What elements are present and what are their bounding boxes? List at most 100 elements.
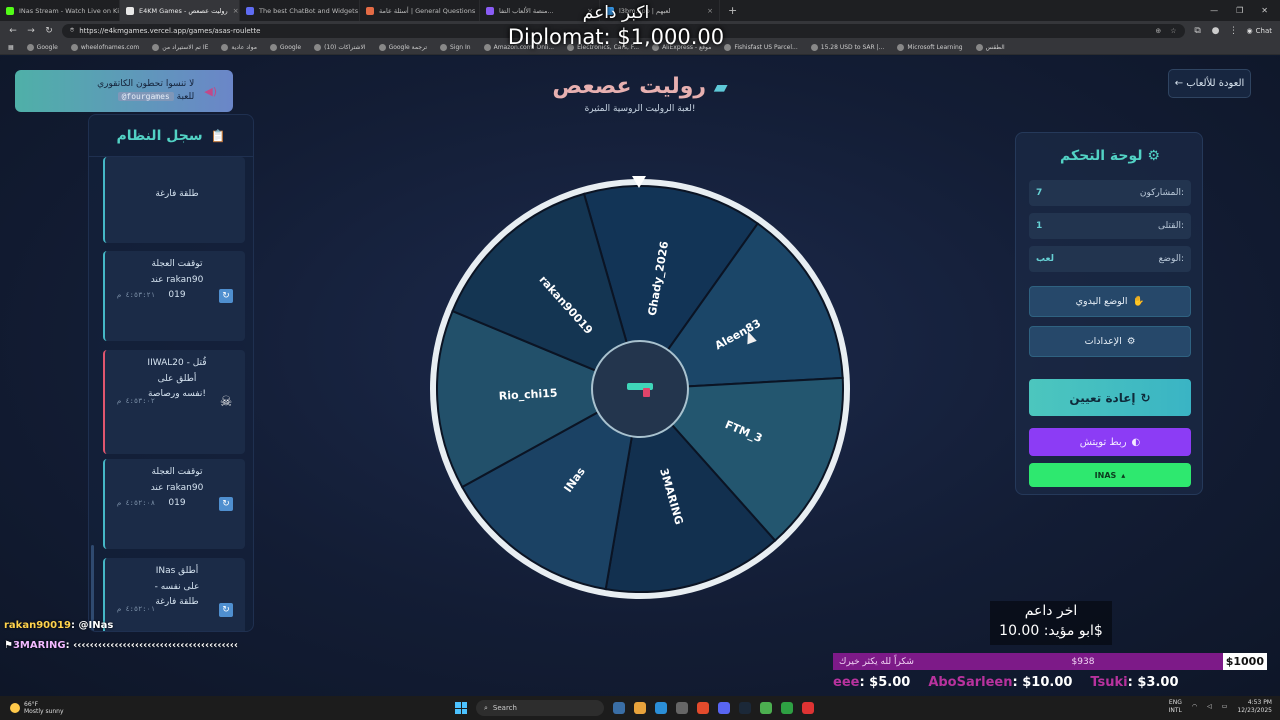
- manual-mode-button[interactable]: الوضع اليدوي ✋: [1029, 286, 1191, 317]
- log-entry-text: IIWAL20 قُتل - أطلق على نفسه ورصاصة!: [147, 358, 207, 399]
- back-to-games-button[interactable]: ← العودة للألعاب: [1168, 69, 1251, 98]
- chrome-icon[interactable]: [802, 702, 814, 714]
- chat-text: : ‹‹‹‹‹‹‹‹‹‹‹‹‹‹‹‹‹‹‹‹‹‹‹‹‹‹‹‹‹‹‹‹‹‹‹‹‹‹…: [65, 640, 238, 651]
- bookmark-star-icon[interactable]: ☆: [1170, 27, 1176, 35]
- obs-icon[interactable]: [781, 702, 793, 714]
- bookmark-label: Google ترجمة: [388, 43, 428, 51]
- taskbar-search[interactable]: ⌕ Search: [476, 700, 604, 716]
- minimize-icon[interactable]: —: [1210, 6, 1218, 15]
- reset-button[interactable]: إعادة تعيين ↻: [1029, 379, 1191, 416]
- clock[interactable]: 4:53 PM 12/23/2025: [1237, 699, 1272, 715]
- brave-icon[interactable]: [697, 702, 709, 714]
- toast-line-2: للعبة: [176, 92, 195, 102]
- reload-icon[interactable]: ↻: [44, 26, 54, 36]
- site-info-icon[interactable]: ⌾: [70, 26, 74, 35]
- forward-arrow-icon[interactable]: →: [26, 26, 36, 36]
- file-explorer-icon[interactable]: [634, 702, 646, 714]
- chat-button[interactable]: ◉ Chat: [1247, 27, 1272, 35]
- roulette-wheel[interactable]: Ghady_2026 Aleen83 FTM_3 3MARING INas Rio_chi…: [428, 177, 852, 601]
- back-arrow-icon[interactable]: ←: [8, 26, 18, 36]
- apps-grid-icon[interactable]: ▦: [8, 44, 14, 51]
- tab-favicon-icon: [366, 6, 374, 15]
- bookmark-item[interactable]: تم الاستيراد من IE: [152, 43, 209, 51]
- log-entry: INas أطلق على نفسه - طلقة فارغة ٤:٥٢:٠١ م…: [103, 558, 245, 631]
- ticker-item: Tsuki: $3.00: [1090, 674, 1179, 690]
- connect-twitch-button[interactable]: ربط تويتش ◐: [1029, 428, 1191, 456]
- log-entry-text: توقفت العجلة عند rakan90 019: [150, 259, 204, 300]
- bookmark-item[interactable]: Google: [26, 43, 58, 51]
- bookmark-item[interactable]: (10) الاشتراكات: [314, 43, 366, 51]
- weather-temp: 66°F: [24, 700, 39, 708]
- language-indicator[interactable]: ENG INTL: [1169, 699, 1182, 715]
- bookmark-label: (10) الاشتراكات: [324, 43, 366, 51]
- windows-start-icon[interactable]: [455, 702, 467, 714]
- bookmark-item[interactable]: مواد عادية: [221, 43, 257, 51]
- log-scrollbar[interactable]: [91, 545, 94, 631]
- browser-tab[interactable]: E4KM Games - روليت عصعص ×: [120, 0, 240, 21]
- bookmark-favicon-icon: [221, 43, 229, 51]
- goal-target: $1000: [1222, 653, 1267, 670]
- weather-desc: Mostly sunny: [24, 708, 64, 715]
- bookmark-item[interactable]: Google ترجمة: [378, 43, 428, 51]
- wifi-icon[interactable]: ◠: [1192, 703, 1197, 710]
- bookmark-item[interactable]: 15.28 USD to SAR |...: [810, 43, 884, 51]
- reload-icon: ↻: [219, 603, 233, 617]
- bookmark-label: Google: [36, 43, 58, 51]
- hand-icon: ✋: [1132, 296, 1145, 307]
- bookmark-label: تم الاستيراد من IE: [162, 43, 209, 51]
- bookmark-favicon-icon: [378, 43, 386, 51]
- bookmark-label: wheelofnames.com: [80, 43, 140, 51]
- control-panel-title: لوحة التحكم ⚙: [1060, 148, 1160, 164]
- bookmark-item[interactable]: الطقس: [975, 43, 1005, 51]
- task-view-icon[interactable]: [613, 702, 625, 714]
- chat-username: rakan90019: [4, 620, 71, 631]
- chat-message: ⚑3MARING: ‹‹‹‹‹‹‹‹‹‹‹‹‹‹‹‹‹‹‹‹‹‹‹‹‹‹‹‹‹‹…: [4, 640, 238, 651]
- mode-value: لعب: [1036, 254, 1054, 264]
- extensions-icon[interactable]: ⧉: [1193, 26, 1203, 36]
- sun-icon: [10, 703, 20, 713]
- edge-icon[interactable]: [655, 702, 667, 714]
- bookmark-item[interactable]: Google: [269, 43, 301, 51]
- volume-icon[interactable]: ◁: [1207, 703, 1212, 710]
- ticker-item: AboSarleen: $10.00: [928, 674, 1073, 690]
- ticker-item: eee: $5.00: [833, 674, 911, 690]
- system-log-title: سجل النظام: [116, 127, 203, 144]
- bookmark-item[interactable]: wheelofnames.com: [70, 43, 140, 51]
- browser-tab[interactable]: INas Stream - Watch Live on Kick×: [0, 0, 120, 21]
- store-icon[interactable]: [676, 702, 688, 714]
- control-panel: لوحة التحكم ⚙ 7 المشاركون: 1 القتلى: لعب…: [1015, 132, 1203, 495]
- browser-tab[interactable]: أسئلة عامة | General Questions×: [360, 0, 480, 21]
- system-log-header: سجل النظام 📋: [89, 115, 253, 157]
- profile-icon[interactable]: ●: [1211, 26, 1221, 36]
- bookmark-favicon-icon: [314, 43, 322, 51]
- killed-label: القتلى:: [1157, 221, 1184, 231]
- fire-icon: ▴: [1121, 470, 1126, 480]
- discord-icon[interactable]: [718, 702, 730, 714]
- app-icon[interactable]: [760, 702, 772, 714]
- reload-icon: ↻: [219, 497, 233, 511]
- bookmark-item[interactable]: Fishisfast US Parcel...: [724, 43, 798, 51]
- close-tab-icon[interactable]: ×: [233, 7, 239, 15]
- page-title: روليت عصعص ▰: [540, 74, 740, 99]
- bookmark-item[interactable]: Microsoft Learning: [897, 43, 963, 51]
- log-entry: طلقة فارغة↻: [103, 157, 245, 243]
- chat-text: : @INas: [71, 620, 114, 631]
- skull-icon: ☠: [219, 394, 233, 410]
- toast-code: @fourgames: [117, 92, 174, 101]
- goal-message: شكراً لله يكثر خيرك: [839, 656, 914, 667]
- log-entry-time: ٤:٥٢:٠١ م: [117, 605, 155, 613]
- bookmark-item[interactable]: Sign In: [440, 43, 471, 51]
- settings-button[interactable]: الإعدادات ⚙: [1029, 326, 1191, 357]
- inas-button[interactable]: INAS ▴: [1029, 463, 1191, 487]
- weather-widget[interactable]: 66°F Mostly sunny: [0, 701, 64, 715]
- bookmark-favicon-icon: [483, 43, 491, 51]
- menu-icon[interactable]: ⋮: [1229, 26, 1239, 36]
- browser-tab[interactable]: The best ChatBot and Widgets for×: [240, 0, 360, 21]
- battery-icon[interactable]: ▭: [1222, 703, 1228, 710]
- log-entry-text: INas أطلق على نفسه - طلقة فارغة: [154, 566, 200, 607]
- zoom-icon[interactable]: ⊕: [1155, 27, 1161, 35]
- close-window-icon[interactable]: ✕: [1261, 6, 1268, 15]
- steam-icon[interactable]: [739, 702, 751, 714]
- maximize-icon[interactable]: ❐: [1236, 6, 1243, 15]
- wheel-hub[interactable]: [591, 340, 689, 438]
